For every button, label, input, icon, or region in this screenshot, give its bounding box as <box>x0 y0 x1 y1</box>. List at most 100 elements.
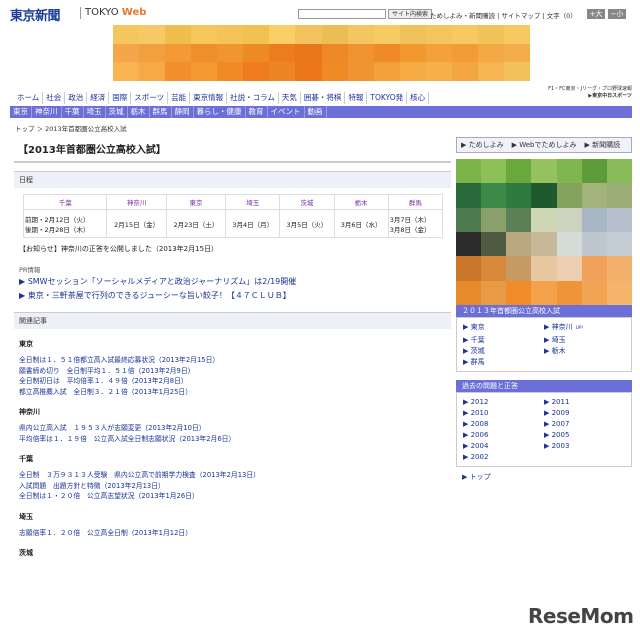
subnav-item[interactable]: 茨城 <box>106 106 128 118</box>
subnav-item[interactable]: 群馬 <box>150 106 172 118</box>
breadcrumb[interactable]: トップ ＞ 2013年首都圏公立高校入試 <box>15 123 127 133</box>
nav-item[interactable]: 社説・コラム <box>227 92 279 104</box>
schedule-cell: 3月7日（木） 3月8日（金） <box>387 209 444 238</box>
schedule-cell: 3月4日（月） <box>225 209 281 238</box>
year-link[interactable]: ▶ 2008 <box>463 419 544 429</box>
nav-item[interactable]: 核心 <box>407 92 430 104</box>
year-link[interactable]: ▶ 2007 <box>544 419 625 429</box>
sidebar-top-link[interactable]: ▶ トップ <box>462 472 626 482</box>
sports-link[interactable]: F1・FC東京・Jリーグ・プロ野球速報 ▶東京中日スポーツ <box>532 86 632 100</box>
site-search-input[interactable] <box>298 9 386 19</box>
subnav-item[interactable]: 千葉 <box>62 106 84 118</box>
tokyo-web-logo[interactable]: TOKYO Web <box>85 7 146 18</box>
schedule-header-cell[interactable]: 東京 <box>165 194 227 210</box>
pr-link[interactable]: ▶ SMWセッション「ソーシャルメディアと政治ジャーナリズム」は2/19開催 <box>19 276 446 288</box>
pref-link[interactable]: ▶ 東京 <box>463 322 544 334</box>
schedule-header-cell[interactable]: 茨城 <box>279 194 335 210</box>
subnav-item[interactable]: 教育 <box>246 106 268 118</box>
subnav-item[interactable]: 動画 <box>305 106 327 118</box>
nav-item[interactable]: ホーム <box>14 92 44 104</box>
related-article-link[interactable]: 願書締め切り 全日制平均１．５１倍（2013年2月9日） <box>19 366 446 377</box>
schedule-cell: 2月23日（土） <box>165 209 227 238</box>
pr-link[interactable]: ▶ 東京・三軒茶屋で行列のできるジューシーな旨い餃子！【４７ＣＬＵＢ】 <box>19 290 446 302</box>
banner-tile <box>295 62 322 81</box>
pref-link[interactable]: ▶ 栃木 <box>544 346 625 356</box>
pref-link[interactable]: ▶ 神奈川 <box>544 323 573 331</box>
ad-tile <box>581 183 607 208</box>
year-link[interactable]: ▶ 2006 <box>463 430 544 440</box>
ad-tile <box>456 232 482 257</box>
related-article-link[interactable]: 全日制初日は 平均倍率１．４９倍（2013年2月8日） <box>19 376 446 387</box>
nav-item[interactable]: 芸能 <box>168 92 191 104</box>
related-article-link[interactable]: 都立高推薦入試 全日制３．２１倍（2013年1月25日） <box>19 387 446 398</box>
year-link[interactable]: ▶ 2010 <box>463 408 544 418</box>
subnav-item[interactable]: 東京 <box>10 106 32 118</box>
related-article-link[interactable]: 志願倍率１．２０倍 公立高全日制（2013年1月12日） <box>19 528 446 539</box>
site-logo[interactable]: 東京新聞 <box>10 5 61 24</box>
banner-tile <box>347 62 374 81</box>
related-group-list: 志願倍率１．２０倍 公立高全日制（2013年1月12日） <box>19 528 446 539</box>
sidebar-button[interactable]: ▶ ためしよみ <box>461 140 504 150</box>
font-larger-button[interactable]: +大 <box>587 9 605 19</box>
banner-tile <box>113 25 140 44</box>
past-years-list: ▶ 2012 ▶ 2011 ▶ 2010 ▶ 2009 ▶ 2008 ▶ 2007 ▶ 20… <box>456 392 632 467</box>
sidebar-button[interactable]: ▶ Webでためしよみ <box>512 140 577 150</box>
nav-item[interactable]: 経済 <box>87 92 110 104</box>
ad-tile <box>531 280 557 305</box>
year-link[interactable]: ▶ 2005 <box>544 430 625 440</box>
header-links[interactable]: ためしよみ・新聞購読 | サイトマップ | 文字（0） <box>430 10 577 20</box>
nav-item[interactable]: 社会 <box>43 92 66 104</box>
year-link[interactable]: ▶ 2003 <box>544 441 625 451</box>
ad-tile <box>581 159 607 184</box>
pref-link[interactable]: ▶ 千葉 <box>463 335 544 345</box>
subnav-item[interactable]: 暮らし・健康 <box>194 106 246 118</box>
schedule-header-cell[interactable]: 栃木 <box>333 194 389 210</box>
nav-item[interactable]: 特報 <box>345 92 368 104</box>
pref-link[interactable]: ▶ 埼玉 <box>544 335 625 345</box>
banner-tile <box>503 43 530 63</box>
subnav-item[interactable]: イベント <box>268 106 305 118</box>
schedule-header-cell[interactable]: 群馬 <box>387 194 444 210</box>
schedule-header-cell[interactable]: 神奈川 <box>106 194 167 210</box>
related-article-link[interactable]: 全日制は１・２０倍 公立高志望状況（2013年1月26日） <box>19 491 446 502</box>
sidebar-button[interactable]: ▶ 新聞購読 <box>584 140 620 150</box>
year-link[interactable]: ▶ 2012 <box>463 397 544 407</box>
related-group-title: 神奈川 <box>19 408 40 416</box>
prefs-list: ▶ 東京 ▶ 神奈川 UP! ▶ 千葉 ▶ 埼玉 ▶ 茨城 ▶ 栃木 ▶ 群馬 <box>456 317 632 372</box>
nav-item[interactable]: 囲碁・将棋 <box>301 92 346 104</box>
year-link[interactable]: ▶ 2004 <box>463 441 544 451</box>
nav-item[interactable]: 政治 <box>65 92 88 104</box>
nav-item[interactable]: スポーツ <box>131 92 169 104</box>
related-article-link[interactable]: 全日制 ３万９３１３人受験 県内公立高で前期学力検査（2013年2月13日） <box>19 470 446 481</box>
nav-item[interactable]: 国際 <box>109 92 132 104</box>
banner-tile <box>503 25 530 44</box>
sidebar-ad[interactable] <box>456 159 632 305</box>
year-link[interactable]: ▶ 2009 <box>544 408 625 418</box>
subnav-item[interactable]: 埼玉 <box>84 106 106 118</box>
pref-link[interactable]: ▶ 群馬 <box>463 357 544 367</box>
nav-item[interactable]: 天気 <box>279 92 301 104</box>
related-article-link[interactable]: 県内公立高入試 １９５３人が志願変更（2013年2月10日） <box>19 423 446 434</box>
font-smaller-button[interactable]: −小 <box>608 9 626 19</box>
ad-tile <box>606 159 632 184</box>
banner-tile <box>113 43 140 63</box>
related-article-link[interactable]: 平均倍率は１．１９倍 公立高入試全日制志願状況（2013年2月6日） <box>19 434 446 445</box>
subnav-item[interactable]: 神奈川 <box>32 106 62 118</box>
year-link[interactable]: ▶ 2011 <box>544 397 625 407</box>
subnav-item[interactable]: 栃木 <box>128 106 150 118</box>
schedule-header-cell[interactable]: 千葉 <box>22 194 108 210</box>
banner-ad[interactable] <box>113 25 530 81</box>
related-article-link[interactable]: 全日制は１．５１倍都立高入試最終応募状況（2013年2月15日） <box>19 355 446 366</box>
year-link[interactable]: ▶ 2002 <box>463 452 544 462</box>
schedule-header-cell[interactable]: 埼玉 <box>225 194 281 210</box>
notice-text[interactable]: 【お知らせ】神奈川の正答を公開しました（2013年2月15日） <box>19 244 446 254</box>
ad-tile <box>531 232 557 257</box>
related-article-link[interactable]: 入試問題 出題方針と特徴（2013年2月13日） <box>19 481 446 492</box>
nav-item[interactable]: TOKYO発 <box>367 92 408 104</box>
site-search-button[interactable]: サイト内検索 <box>388 9 433 19</box>
pref-link[interactable]: ▶ 茨城 <box>463 346 544 356</box>
ad-tile <box>556 183 582 208</box>
subnav-item[interactable]: 静岡 <box>172 106 194 118</box>
header: 東京新聞 TOKYO Web サイト内検索 ためしよみ・新聞購読 | サイトマッ… <box>0 0 640 24</box>
nav-item[interactable]: 東京情報 <box>190 92 228 104</box>
